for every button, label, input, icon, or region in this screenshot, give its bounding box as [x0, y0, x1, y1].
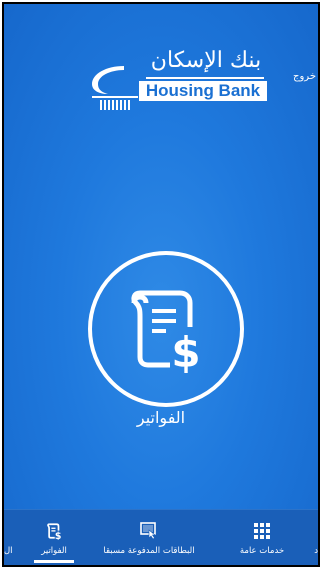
- tab-bills[interactable]: $ الفواتير: [34, 510, 74, 565]
- tab-general-services[interactable]: خدمات عامة: [226, 510, 298, 565]
- tab-label: د: [314, 546, 318, 556]
- tab-label: الفواتير: [41, 546, 67, 556]
- tab-label: ال: [4, 546, 13, 556]
- tab-prepaid-cards[interactable]: البطاقات المدفوعة مسبقا: [94, 510, 204, 565]
- grid-dots-icon: [254, 523, 270, 539]
- logo-english-text: Housing Bank: [139, 81, 267, 101]
- svg-text:$: $: [171, 328, 200, 377]
- logout-button[interactable]: خروج: [293, 71, 316, 82]
- prepaid-card-icon: [140, 522, 156, 540]
- bill-dollar-icon: $: [47, 523, 62, 540]
- tab-partial-right[interactable]: د: [310, 510, 318, 565]
- app-screen: خروج بنك الإسكان Housing Bank $ الفواتير…: [2, 2, 320, 567]
- bills-feature-button[interactable]: $: [88, 251, 244, 407]
- svg-text:$: $: [55, 531, 62, 540]
- bottom-tab-bar: ال $ الفواتير البطاقات المدفوعة مسبقا خد…: [4, 509, 318, 565]
- logo-divider: [146, 77, 264, 79]
- bill-dollar-icon: $: [131, 290, 201, 377]
- tab-label: خدمات عامة: [239, 546, 285, 556]
- bills-feature-label: الفواتير: [136, 408, 186, 427]
- housing-bank-logo: بنك الإسكان Housing Bank: [78, 48, 268, 114]
- bank-logo-mark-icon: [92, 66, 138, 110]
- tab-label: البطاقات المدفوعة مسبقا: [103, 546, 195, 556]
- tab-partial-left[interactable]: ال: [4, 510, 18, 565]
- logo-arabic-text: بنك الإسكان: [150, 48, 262, 73]
